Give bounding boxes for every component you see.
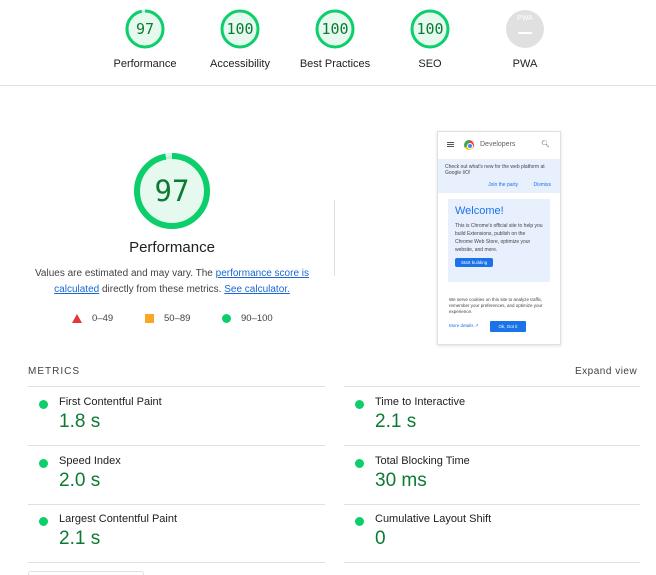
- divider: [344, 386, 640, 387]
- metric-name: Speed Index: [59, 455, 121, 467]
- start-building-button: Start building: [455, 258, 494, 267]
- pwa-badge-icon: PWA: [505, 9, 545, 49]
- divider: [28, 504, 325, 505]
- expand-view-toggle[interactable]: Expand view: [575, 366, 637, 377]
- divider: [28, 445, 325, 446]
- metric-value: 0: [375, 528, 386, 549]
- performance-title: Performance: [129, 239, 215, 256]
- legend-pass-label: 90–100: [241, 313, 273, 324]
- banner-link: Dismiss: [533, 182, 552, 188]
- performance-description: Values are estimated and may vary. The p…: [28, 266, 316, 298]
- circle-icon: [222, 314, 231, 323]
- square-icon: [145, 314, 154, 323]
- more-details-label: More details: [449, 323, 474, 328]
- metric-name: Total Blocking Time: [375, 455, 470, 467]
- welcome-heading: Welcome!: [455, 205, 504, 217]
- view-treemap-button[interactable]: [28, 571, 144, 575]
- banner-link: Join the party: [488, 182, 519, 188]
- pass-circle-icon: [39, 517, 48, 526]
- desc-text: directly from these metrics.: [99, 284, 225, 295]
- pass-circle-icon: [355, 400, 364, 409]
- desc-text: Values are estimated and may vary. The: [34, 268, 216, 279]
- banner-text: Check out what's new for the web platfor…: [445, 164, 545, 176]
- screenshot-topbar: Developers 🔍︎: [438, 132, 560, 160]
- metric-value: 2.1 s: [59, 528, 101, 549]
- search-icon: 🔍︎: [541, 141, 550, 148]
- dash-icon: [518, 32, 532, 34]
- final-screenshot[interactable]: Developers 🔍︎ Check out what's new for t…: [437, 131, 561, 345]
- legend-average: 50–89: [145, 313, 190, 324]
- legend-fail: 0–49: [72, 313, 113, 324]
- metric-name: First Contentful Paint: [59, 396, 162, 408]
- metric-value: 2.0 s: [59, 470, 101, 491]
- divider: [344, 562, 640, 563]
- more-details-link: More details ↗: [449, 323, 479, 328]
- gauge-score: 100: [416, 20, 444, 38]
- cookie-text: We serve cookies on this site to analyze…: [449, 297, 543, 314]
- performance-score: 97: [154, 174, 190, 208]
- divider: [334, 200, 335, 276]
- triangle-icon: [72, 314, 82, 323]
- metric-name: Time to Interactive: [375, 396, 466, 408]
- chrome-logo-icon: [464, 140, 474, 150]
- pass-circle-icon: [39, 400, 48, 409]
- divider: [28, 386, 325, 387]
- pwa-badge-text: PWA: [517, 15, 533, 22]
- screenshot-banner: Check out what's new for the web platfor…: [438, 160, 560, 193]
- gauge-pwa[interactable]: PWA PWA: [465, 9, 585, 70]
- gauge-score: 100: [226, 20, 254, 38]
- metric-name: Largest Contentful Paint: [59, 513, 178, 525]
- gauge-score: 100: [321, 20, 349, 38]
- gauge-ring: 100: [220, 9, 260, 49]
- gauge-label: PWA: [512, 58, 538, 70]
- category-header: 97 Performance 100 Accessibility 100 Bes…: [0, 0, 656, 86]
- metric-name: Cumulative Layout Shift: [375, 513, 492, 525]
- gauge-ring: 97: [125, 9, 165, 49]
- hamburger-menu-icon: [447, 142, 454, 143]
- divider: [344, 504, 640, 505]
- screenshot-brand: Developers: [480, 141, 516, 148]
- ok-got-it-button: Ok, Got it: [490, 321, 526, 332]
- pass-circle-icon: [39, 459, 48, 468]
- gauge-score: 97: [135, 20, 155, 38]
- welcome-card: Welcome! This is Chrome's official site …: [448, 199, 550, 282]
- pass-circle-icon: [355, 459, 364, 468]
- metric-value: 2.1 s: [375, 411, 417, 432]
- metric-value: 30 ms: [375, 470, 427, 491]
- metrics-heading: METRICS: [28, 366, 80, 377]
- banner-links: Join the party Dismiss: [474, 182, 551, 188]
- see-calculator-link[interactable]: See calculator.: [224, 284, 290, 295]
- pass-circle-icon: [355, 517, 364, 526]
- gauge-ring: 100: [315, 9, 355, 49]
- welcome-text: This is Chrome's official site to help y…: [455, 223, 543, 253]
- divider: [344, 445, 640, 446]
- legend-fail-label: 0–49: [92, 313, 114, 324]
- divider: [28, 562, 325, 563]
- metric-value: 1.8 s: [59, 411, 101, 432]
- gauge-ring: 100: [410, 9, 450, 49]
- legend-pass: 90–100: [222, 313, 273, 324]
- legend-average-label: 50–89: [164, 313, 191, 324]
